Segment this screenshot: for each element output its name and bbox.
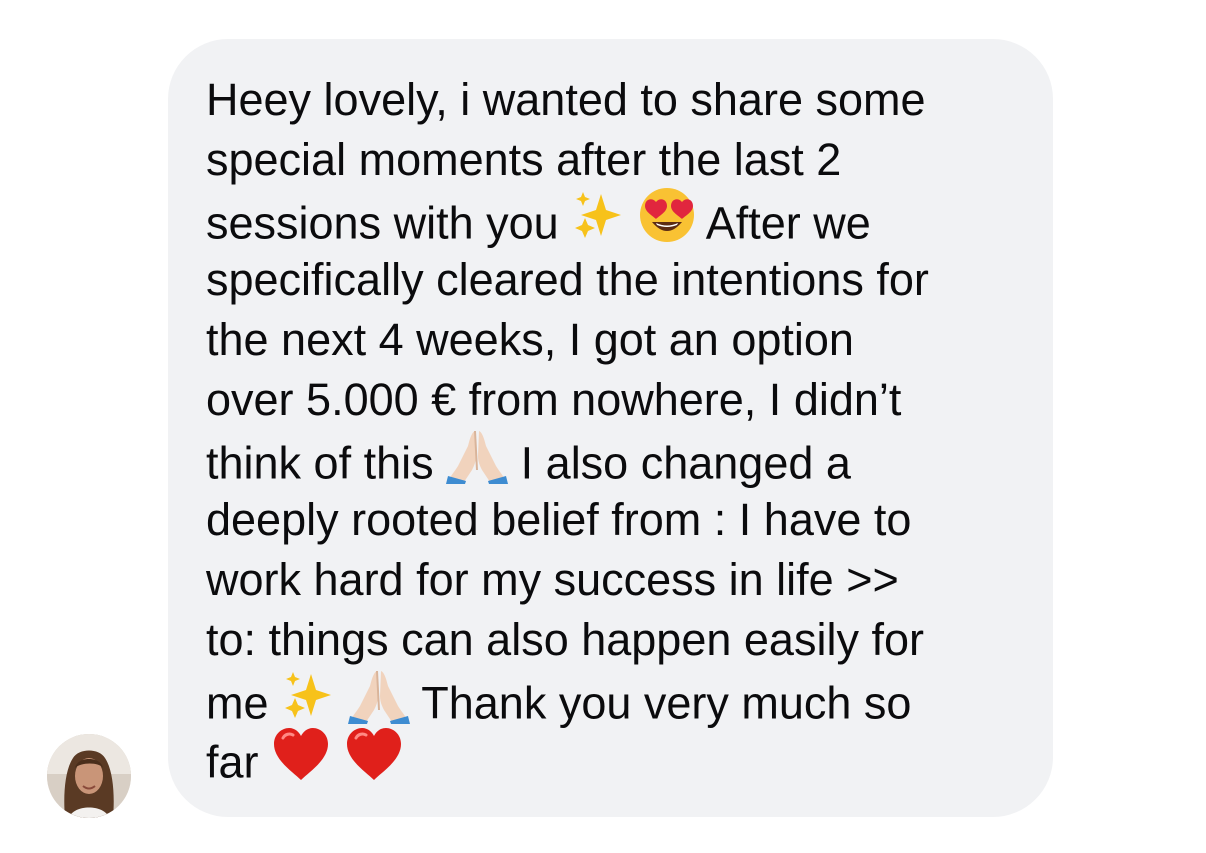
message-line: to: things can also happen easily for	[206, 614, 924, 665]
message-line: sessions with you After we	[206, 188, 1036, 250]
red-heart-icon	[271, 726, 331, 797]
message-line: me Thank you very much so	[206, 670, 1036, 730]
message-segment: I also changed a	[520, 437, 851, 489]
avatar-image	[47, 734, 131, 818]
message-segment: After we	[705, 197, 871, 249]
message-line: over 5.000 € from nowhere, I didn’t	[206, 374, 902, 425]
message-segment: far	[206, 736, 259, 788]
message-line: far	[206, 728, 1036, 790]
red-heart-icon	[344, 726, 404, 797]
sparkles-icon	[571, 188, 625, 257]
message-line: Heey lovely, i wanted to share some	[206, 74, 926, 125]
message-text: Heey lovely, i wanted to share some spec…	[206, 70, 1036, 790]
folded-hands-icon	[446, 426, 509, 499]
heart-eyes-icon	[638, 186, 696, 259]
avatar[interactable]	[47, 734, 131, 818]
message-segment: me	[206, 677, 269, 729]
message-line: special moments after the last 2	[206, 134, 842, 185]
message-segment: sessions with you	[206, 197, 559, 249]
message-segment: think of this	[206, 437, 434, 489]
message-line: the next 4 weeks, I got an option	[206, 314, 854, 365]
message-line: think of this I also changed a	[206, 430, 1036, 490]
message-line: specifically cleared the intentions for	[206, 254, 929, 305]
message-line: work hard for my success in life >>	[206, 554, 899, 605]
message-line: deeply rooted belief from : I have to	[206, 494, 912, 545]
message-segment: Thank you very much so	[421, 677, 912, 729]
